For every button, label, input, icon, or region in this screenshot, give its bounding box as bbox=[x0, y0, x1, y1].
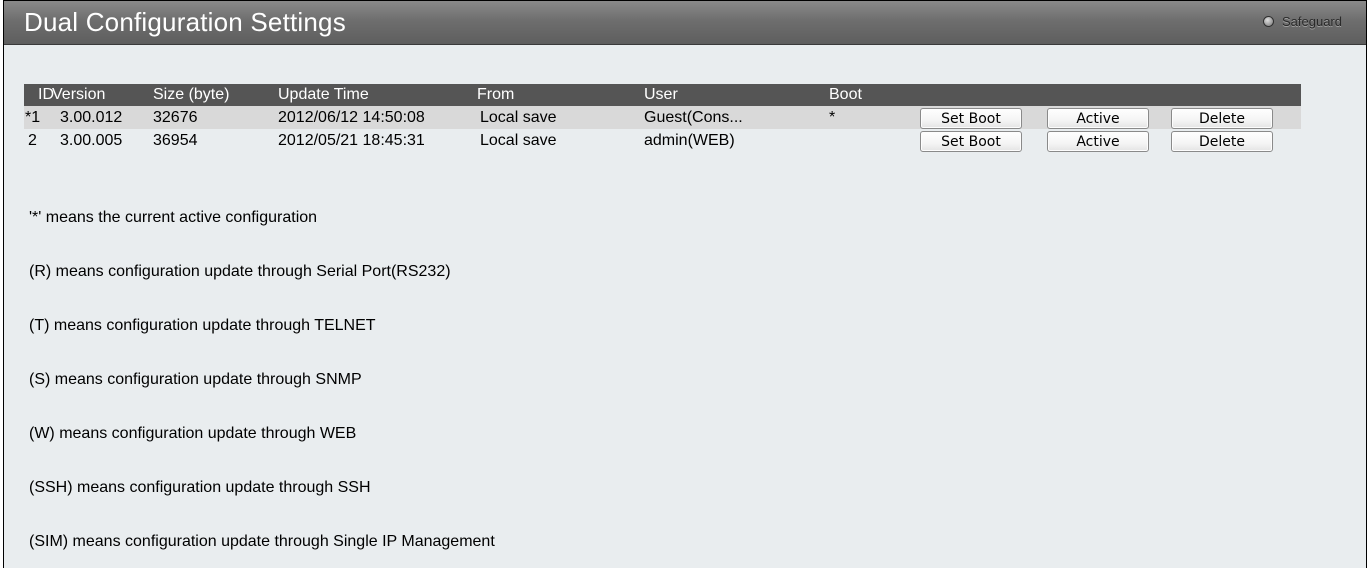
dual-configuration-panel: Dual Configuration Settings Safeguard ID… bbox=[3, 0, 1367, 568]
table-row: *1 3.00.012 32676 2012/06/12 14:50:08 Lo… bbox=[24, 106, 1301, 129]
column-header-user: User bbox=[644, 84, 829, 106]
cell-version: 3.00.012 bbox=[46, 106, 148, 129]
cell-version: 3.00.005 bbox=[46, 129, 148, 152]
page-title: Dual Configuration Settings bbox=[24, 7, 346, 37]
note-sim: (SIM) means configuration update through… bbox=[29, 533, 495, 550]
column-header-update-time: Update Time bbox=[278, 84, 477, 106]
configuration-table: ID Version Size (byte) Update Time From … bbox=[24, 84, 1301, 152]
column-header-boot: Boot bbox=[829, 84, 920, 106]
table-row: 2 3.00.005 36954 2012/05/21 18:45:31 Loc… bbox=[24, 129, 1301, 152]
safeguard-status-icon bbox=[1263, 16, 1274, 27]
cell-user: Guest(Cons... bbox=[644, 106, 829, 129]
safeguard-indicator[interactable]: Safeguard bbox=[1263, 14, 1342, 29]
cell-id: 2 bbox=[24, 129, 46, 152]
cell-boot bbox=[829, 129, 920, 152]
note-ssh: (SSH) means configuration update through… bbox=[29, 479, 371, 496]
active-button[interactable]: Active bbox=[1047, 108, 1149, 129]
set-boot-button[interactable]: Set Boot bbox=[920, 108, 1022, 129]
cell-boot: * bbox=[829, 106, 920, 129]
note-active-config: '*' means the current active configurati… bbox=[29, 209, 318, 226]
safeguard-label: Safeguard bbox=[1282, 14, 1342, 29]
cell-from: Local save bbox=[477, 129, 644, 152]
column-header-from: From bbox=[477, 84, 644, 106]
delete-button[interactable]: Delete bbox=[1171, 108, 1273, 129]
cell-from: Local save bbox=[477, 106, 644, 129]
column-header-action-2 bbox=[1047, 84, 1171, 106]
cell-update-time: 2012/05/21 18:45:31 bbox=[278, 129, 477, 152]
column-header-version: Version bbox=[46, 84, 148, 106]
note-web: (W) means configuration update through W… bbox=[29, 425, 357, 442]
delete-button[interactable]: Delete bbox=[1171, 131, 1273, 152]
cell-user: admin(WEB) bbox=[644, 129, 829, 152]
column-header-action-1 bbox=[920, 84, 1047, 106]
table-header-row: ID Version Size (byte) Update Time From … bbox=[24, 84, 1301, 106]
set-boot-button[interactable]: Set Boot bbox=[920, 131, 1022, 152]
cell-size: 36954 bbox=[148, 129, 278, 152]
cell-id: *1 bbox=[24, 106, 46, 129]
cell-update-time: 2012/06/12 14:50:08 bbox=[278, 106, 477, 129]
note-serial-port: (R) means configuration update through S… bbox=[29, 263, 451, 280]
title-bar: Dual Configuration Settings Safeguard bbox=[4, 1, 1366, 45]
cell-size: 32676 bbox=[148, 106, 278, 129]
column-header-id: ID bbox=[24, 84, 54, 106]
note-telnet: (T) means configuration update through T… bbox=[29, 317, 376, 334]
column-header-size: Size (byte) bbox=[148, 84, 278, 106]
active-button[interactable]: Active bbox=[1047, 131, 1149, 152]
note-snmp: (S) means configuration update through S… bbox=[29, 371, 362, 388]
column-header-action-3 bbox=[1171, 84, 1301, 106]
